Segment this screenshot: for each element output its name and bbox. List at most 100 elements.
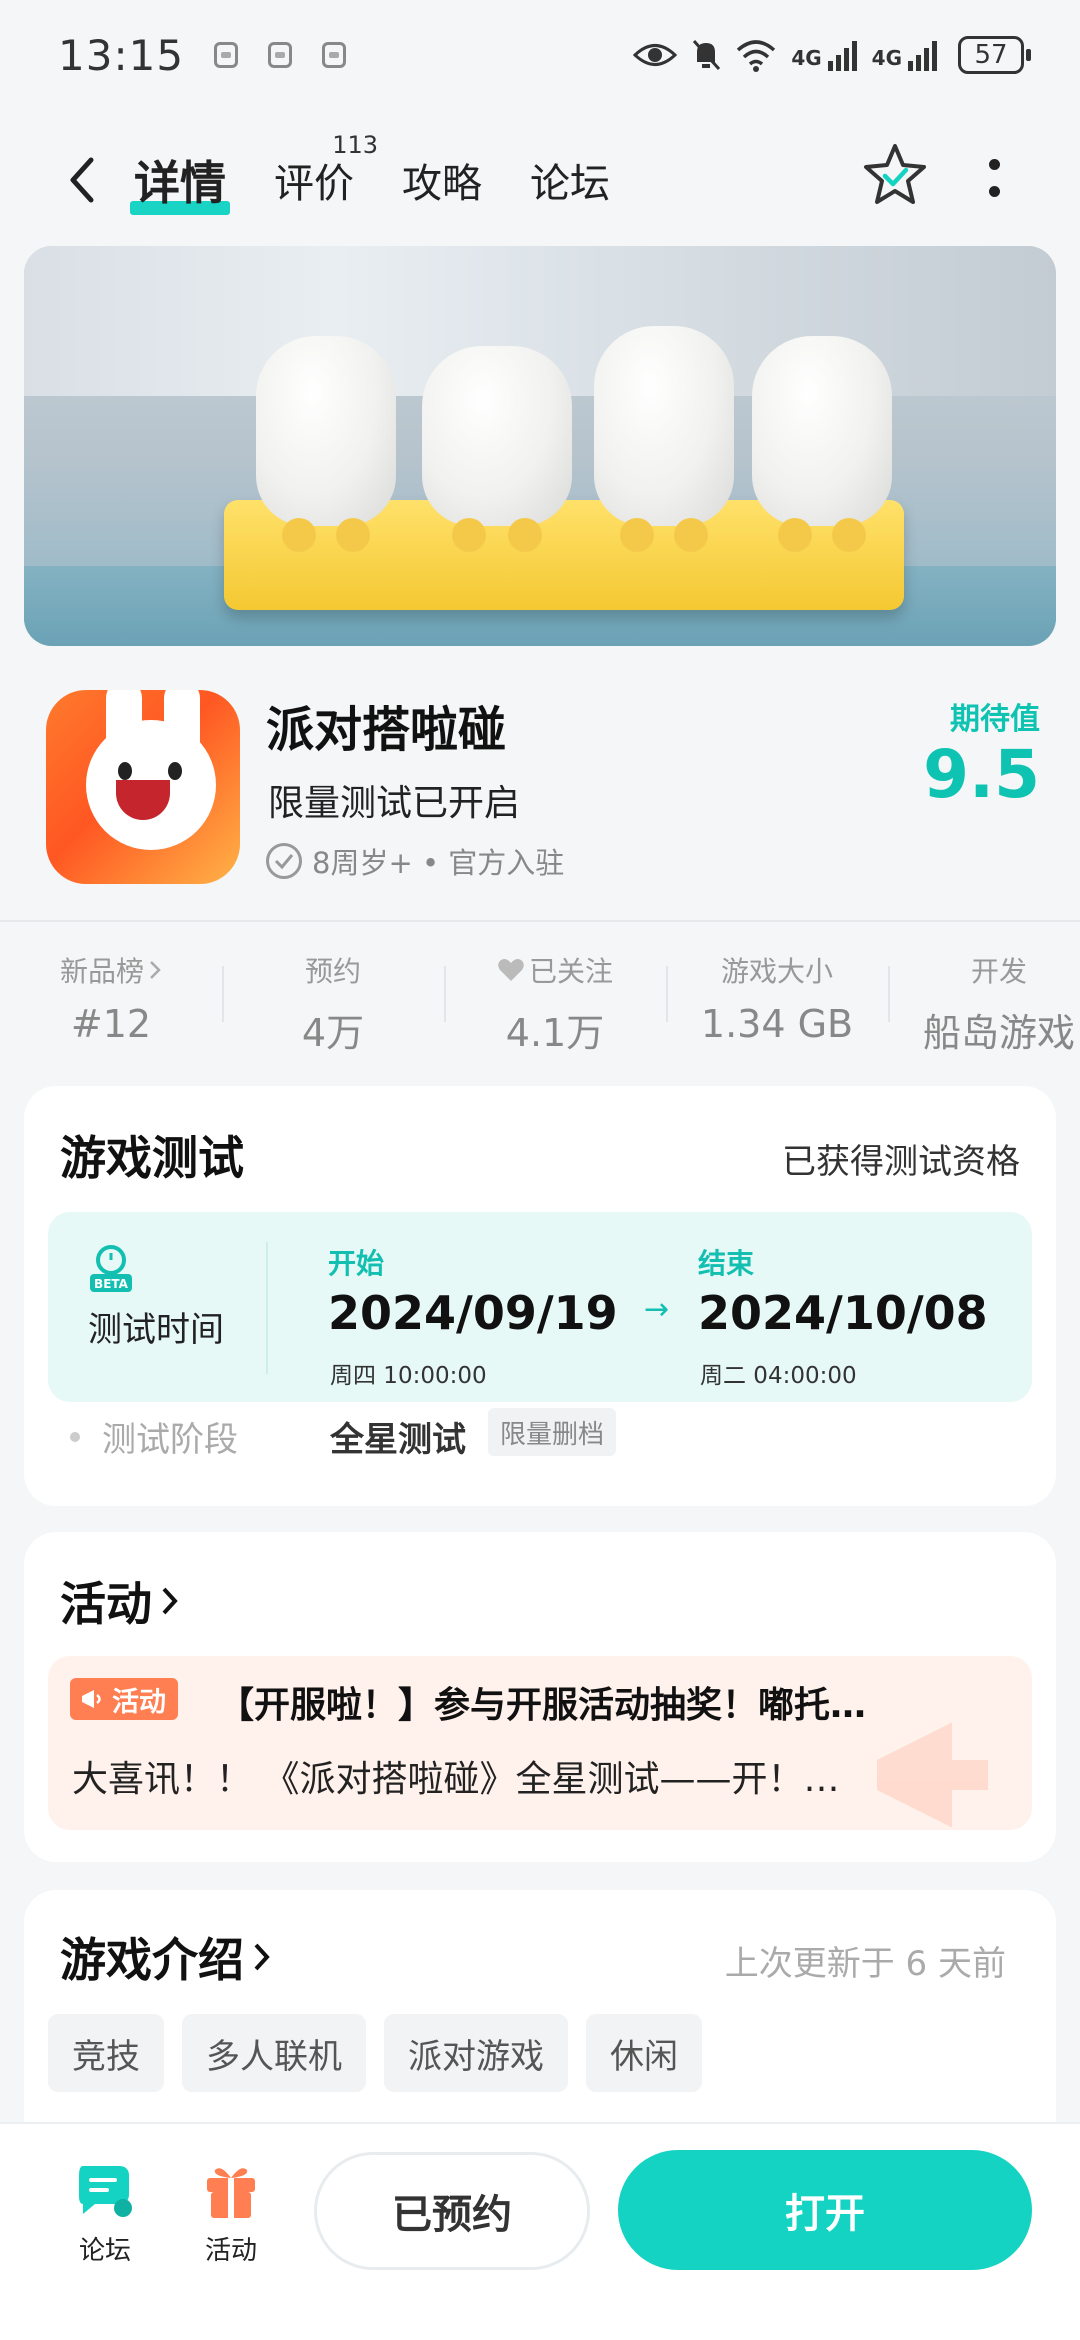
banner-figure: [594, 326, 734, 552]
message-notification-icon: [214, 42, 239, 68]
game-title: 派对搭啦碰: [266, 702, 507, 758]
stat-value: #12: [70, 1002, 152, 1046]
stat-label: 预约: [304, 955, 361, 988]
end-date: 2024/10/08: [698, 1286, 988, 1340]
more-dot-icon: [988, 186, 1000, 197]
review-count-badge: 113: [332, 131, 378, 159]
star-check-icon: [864, 144, 926, 204]
svg-text:BETA: BETA: [94, 1277, 129, 1291]
stat-label: 游戏大小: [720, 955, 833, 988]
forum-label: 论坛: [78, 2236, 131, 2266]
intro-card-title: 游戏介绍: [60, 1933, 244, 1987]
last-update-text: 上次更新于 6 天前: [724, 1944, 1006, 1984]
test-time-label: 测试时间: [88, 1310, 224, 1350]
stat-label: 开发: [970, 955, 1027, 988]
network-type-label: 4G: [791, 46, 822, 70]
stat-new-chart[interactable]: 新品榜 #12: [0, 922, 222, 1070]
test-stage-tag: 限量删档: [488, 1408, 617, 1456]
bottom-action-bar: 论坛 活动 已预约 打开: [0, 2122, 1080, 2340]
back-button[interactable]: [52, 150, 112, 210]
more-dot-icon: [988, 159, 1000, 170]
check-circle-icon: [266, 843, 302, 879]
divider: [266, 1242, 268, 1374]
banner-figure: [752, 336, 892, 552]
genre-tag[interactable]: 竞技: [48, 2014, 164, 2092]
chat-bubble-icon: [79, 2166, 132, 2217]
stat-value: 1.34 GB: [700, 1002, 854, 1046]
tab-details[interactable]: 详情: [130, 147, 230, 215]
stat-followers[interactable]: 已关注 4.1万: [444, 922, 666, 1070]
test-stage-label: 测试阶段: [102, 1420, 238, 1460]
stat-game-size: 游戏大小 1.34 GB: [666, 922, 888, 1070]
activity-section-link[interactable]: 活动: [60, 1568, 180, 1634]
stat-developer[interactable]: 开发 船岛游戏: [888, 922, 1080, 1070]
follow-star-button[interactable]: [862, 142, 928, 208]
tab-reviews-label: 评价: [274, 161, 354, 207]
stat-label: 已关注: [528, 955, 613, 988]
banner-figure: [422, 346, 572, 552]
game-info: 派对搭啦碰 限量测试已开启 8周岁+ • 官方入驻 期待值 9.5: [0, 690, 1080, 920]
chevron-right-icon: [150, 961, 161, 979]
bullet-dot: [70, 1432, 80, 1442]
chevron-left-icon: [70, 157, 94, 203]
status-bar: 13:15 4G 4G 57: [0, 0, 1080, 110]
game-meta: 8周岁+ • 官方入驻: [266, 840, 564, 882]
stat-label: 新品榜: [59, 955, 144, 988]
stat-value: 4.1万: [505, 1011, 605, 1055]
test-qualification-status: 已获得测试资格: [782, 1142, 1020, 1182]
message-notification-icon: [268, 42, 293, 68]
open-button[interactable]: 打开: [618, 2150, 1032, 2270]
intro-section-link[interactable]: 游戏介绍: [60, 1924, 272, 1990]
game-banner-image[interactable]: [24, 246, 1056, 646]
activity-label: 活动: [204, 2236, 257, 2266]
network-type-label: 4G: [871, 46, 902, 70]
genre-tag[interactable]: 休闲: [586, 2014, 702, 2092]
megaphone-icon: [82, 1690, 101, 1708]
reserved-button[interactable]: 已预约: [314, 2152, 590, 2270]
beta-icon: BETA: [90, 1245, 132, 1292]
genre-tag[interactable]: 派对游戏: [384, 2014, 568, 2092]
eye-icon: [633, 44, 678, 66]
activity-button[interactable]: 活动: [186, 2162, 276, 2267]
arrow-right-icon: →: [644, 1292, 670, 1327]
start-weekday-time: 周四 10:00:00: [330, 1363, 487, 1389]
game-meta-text: 8周岁+ • 官方入驻: [312, 846, 565, 880]
activity-item-title: 【开服啦！】参与开服活动抽奖！嘟托…: [218, 1685, 867, 1726]
status-time: 13:15: [58, 30, 185, 80]
chevron-right-icon: [162, 1587, 178, 1615]
tab-guides[interactable]: 攻略: [402, 151, 482, 209]
tab-forum[interactable]: 论坛: [530, 151, 610, 209]
signal-icon: [908, 41, 937, 71]
start-date: 2024/09/19: [328, 1286, 618, 1340]
battery-indicator: 57: [958, 36, 1031, 74]
activity-tag-label: 活动: [112, 1686, 166, 1718]
rating-label: 期待值: [950, 702, 1040, 737]
genre-tag[interactable]: 多人联机: [182, 2014, 366, 2092]
start-label: 开始: [328, 1247, 385, 1280]
tab-reviews[interactable]: 评价 113: [274, 131, 378, 209]
rating-value: 9.5: [923, 736, 1040, 813]
stat-reservations: 预约 4万: [222, 922, 444, 1070]
game-app-icon: [46, 690, 240, 884]
activity-item[interactable]: 活动 【开服啦！】参与开服活动抽奖！嘟托… 大喜讯！！ 《派对搭啦碰》全星测试—…: [48, 1656, 1032, 1830]
stats-row: 新品榜 #12 预约 4万 已关注 4.1万 游戏大小 1.34 GB 开发 船…: [0, 920, 1080, 1070]
activity-card-title: 活动: [60, 1577, 152, 1631]
activity-card: 活动 活动 【开服啦！】参与开服活动抽奖！嘟托… 大喜讯！！ 《派对搭啦碰》全星…: [24, 1532, 1056, 1862]
forum-button[interactable]: 论坛: [60, 2162, 150, 2267]
end-label: 结束: [698, 1247, 755, 1280]
expectation-rating: 期待值 9.5: [923, 694, 1040, 808]
game-subtitle: 限量测试已开启: [268, 783, 521, 824]
banner-figure: [256, 336, 396, 552]
gift-icon: [207, 2168, 255, 2218]
wifi-icon: [737, 40, 776, 72]
mute-bell-icon: [693, 40, 721, 70]
activity-item-desc: 大喜讯！！ 《派对搭啦碰》全星测试——开！…: [72, 1759, 840, 1800]
game-test-card: 游戏测试 已获得测试资格 BETA 测试时间 开始 2024/09/19 周四 …: [24, 1086, 1056, 1506]
activity-tag: 活动: [70, 1678, 178, 1720]
test-card-title: 游戏测试: [60, 1131, 244, 1185]
top-nav: 详情 评价 113 攻略 论坛: [0, 130, 1080, 230]
chevron-right-icon: [254, 1943, 270, 1971]
message-notification-icon: [322, 42, 347, 68]
more-menu-button[interactable]: [978, 150, 1010, 206]
test-time-box: BETA 测试时间 开始 2024/09/19 周四 10:00:00 → 结束…: [48, 1212, 1032, 1402]
